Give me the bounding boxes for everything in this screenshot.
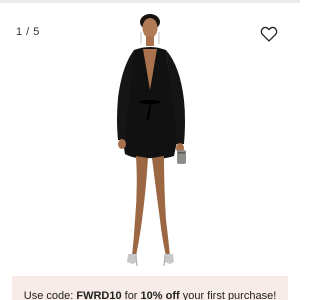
right-leg [152, 156, 170, 256]
face [142, 18, 158, 38]
left-shoe [127, 254, 137, 264]
left-leg [132, 156, 148, 256]
product-gallery-page: 1 / 5 Use code: FWRD10 for 10% off your … [0, 0, 300, 300]
promo-suffix: your first purchase! [179, 290, 277, 300]
product-photo[interactable] [100, 8, 200, 270]
top-divider [0, 0, 300, 3]
promo-mid: for [121, 290, 141, 300]
promo-prefix: Use code: [23, 290, 77, 300]
right-shoe [164, 254, 174, 264]
heart-icon[interactable] [260, 26, 278, 42]
promo-discount: 10% off [140, 290, 180, 300]
image-counter: 1 / 5 [16, 26, 40, 38]
promo-code: FWRD10 [76, 290, 122, 300]
promo-banner[interactable]: Use code: FWRD10 for 10% off your first … [12, 276, 288, 300]
